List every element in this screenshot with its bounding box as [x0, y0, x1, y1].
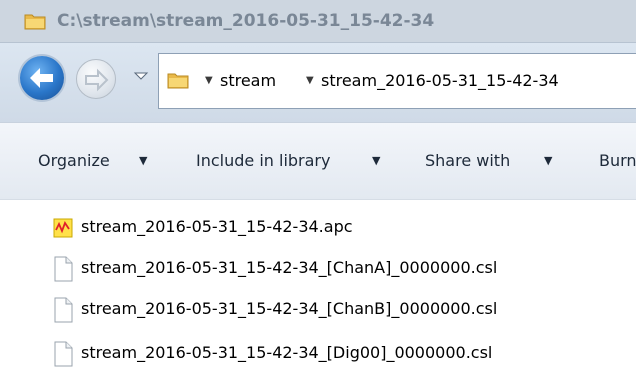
list-item[interactable]: stream_2016-05-31_15-42-34_[Dig00]_00000…	[50, 338, 630, 368]
file-name: stream_2016-05-31_15-42-34.apc	[81, 217, 353, 236]
breadcrumb-chevron-icon[interactable]: ▼	[205, 67, 213, 95]
list-item[interactable]: stream_2016-05-31_15-42-34.apc	[50, 212, 630, 242]
blank-file-icon	[52, 341, 74, 367]
address-bar[interactable]: ▼ stream ▼ stream_2016-05-31_15-42-34	[158, 53, 636, 109]
chevron-down-icon[interactable]: ▼	[544, 147, 552, 175]
blank-file-icon	[52, 256, 74, 282]
breadcrumb-current-folder[interactable]: stream_2016-05-31_15-42-34	[321, 67, 559, 95]
folder-icon	[24, 12, 46, 30]
title-bar[interactable]: C:\stream\stream_2016-05-31_15-42-34	[0, 0, 636, 42]
recent-pages-button[interactable]	[133, 68, 149, 84]
forward-arrow-icon	[85, 68, 109, 92]
chevron-down-icon	[133, 72, 149, 80]
organize-button[interactable]: Organize	[38, 147, 110, 175]
list-item[interactable]: stream_2016-05-31_15-42-34_[ChanB]_00000…	[50, 294, 630, 324]
back-arrow-icon	[30, 68, 53, 88]
burn-button[interactable]: Burn	[599, 147, 636, 175]
chevron-down-icon[interactable]: ▼	[139, 147, 147, 175]
file-name: stream_2016-05-31_15-42-34_[ChanA]_00000…	[81, 258, 498, 277]
explorer-window: C:\stream\stream_2016-05-31_15-42-34 ▼ s…	[0, 0, 636, 382]
breadcrumb-stream[interactable]: stream	[220, 67, 276, 95]
list-item[interactable]: stream_2016-05-31_15-42-34_[ChanA]_00000…	[50, 253, 630, 283]
window-title: C:\stream\stream_2016-05-31_15-42-34	[57, 11, 435, 31]
command-bar: Organize ▼ Include in library ▼ Share wi…	[0, 122, 636, 200]
file-name: stream_2016-05-31_15-42-34_[ChanB]_00000…	[81, 299, 498, 318]
blank-file-icon	[52, 297, 74, 323]
share-with-button[interactable]: Share with	[425, 147, 510, 175]
include-in-library-button[interactable]: Include in library	[196, 147, 330, 175]
breadcrumb-chevron-icon[interactable]: ▼	[306, 67, 314, 95]
chevron-down-icon[interactable]: ▼	[372, 147, 380, 175]
file-list: stream_2016-05-31_15-42-34.apc stream_20…	[0, 200, 636, 382]
folder-icon	[167, 71, 189, 89]
navigation-bar: ▼ stream ▼ stream_2016-05-31_15-42-34	[0, 42, 636, 122]
back-button[interactable]	[20, 56, 64, 100]
apc-file-icon	[52, 215, 74, 241]
file-name: stream_2016-05-31_15-42-34_[Dig00]_00000…	[81, 343, 493, 362]
forward-button[interactable]	[76, 59, 116, 99]
